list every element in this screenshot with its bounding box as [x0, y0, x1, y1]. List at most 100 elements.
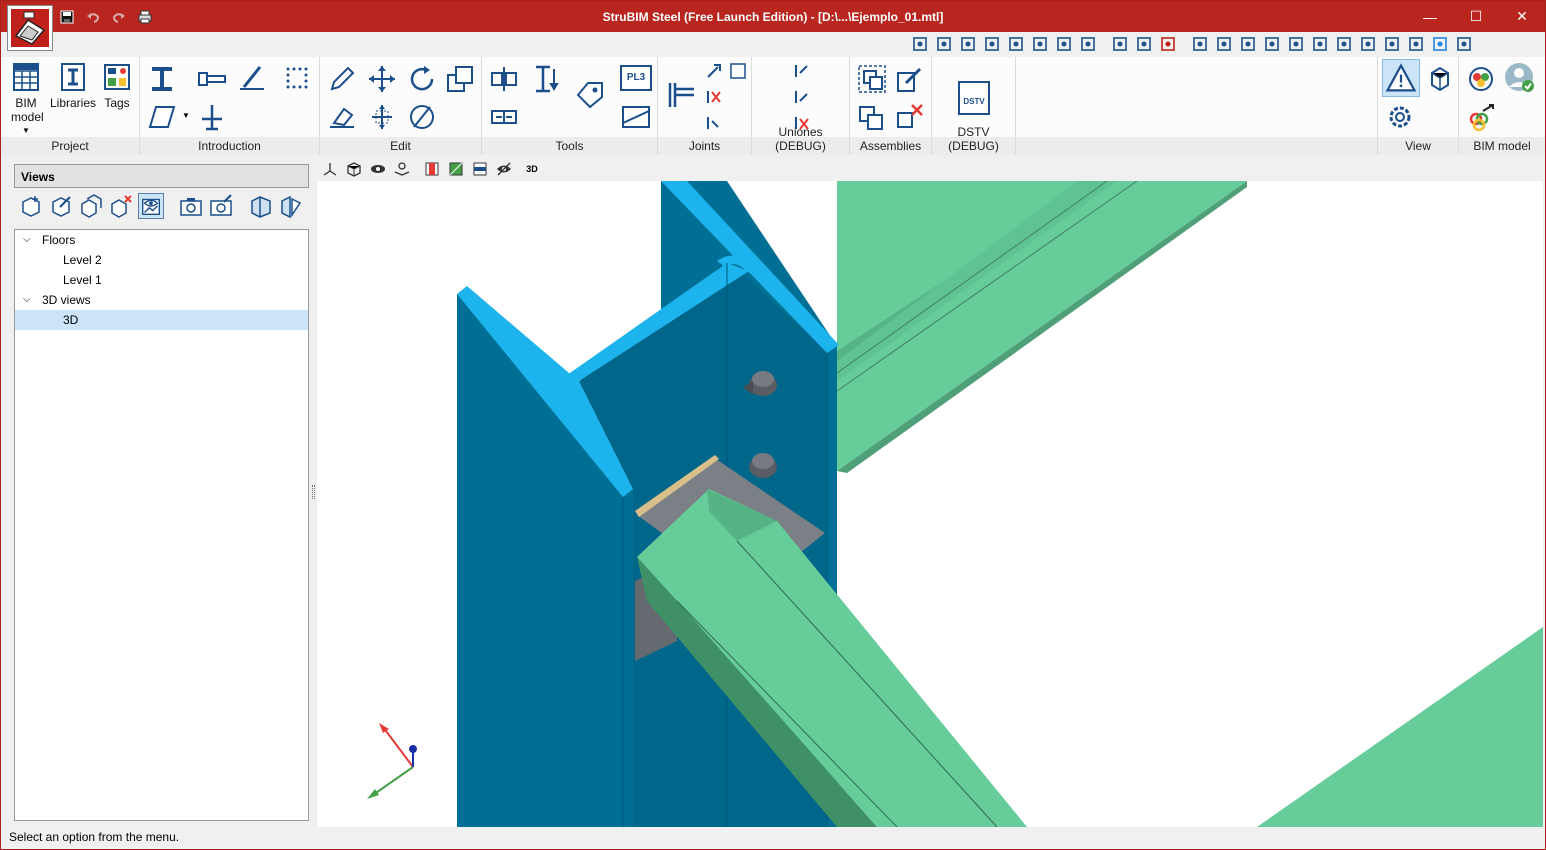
app-logo-icon[interactable] [7, 5, 53, 51]
ribbon-group-joints: Joints [658, 57, 752, 155]
split-icon[interactable] [488, 101, 520, 133]
plate-icon[interactable] [146, 101, 178, 133]
orbit-icon[interactable] [393, 160, 411, 178]
comment-icon[interactable] [1383, 35, 1403, 54]
library-icon [61, 63, 85, 91]
render-mode-icon[interactable] [369, 160, 387, 178]
scale-icon[interactable] [1287, 35, 1307, 54]
weld-icon[interactable] [236, 61, 268, 93]
align-icon[interactable] [488, 63, 520, 95]
tree-node-3d[interactable]: 3D [15, 310, 308, 330]
union-add-icon[interactable] [792, 61, 812, 81]
book-icon[interactable] [1455, 35, 1475, 54]
assembly-edit-icon[interactable] [894, 63, 926, 95]
bim-sync-icon[interactable] [1465, 63, 1497, 95]
steel-section-icon[interactable] [146, 63, 178, 95]
bim-export-icon[interactable] [1465, 101, 1497, 133]
angle-display-icon[interactable] [1311, 35, 1331, 54]
assembly-delete-icon[interactable] [894, 101, 926, 133]
tree-node-floors[interactable]: ⌵ Floors [15, 230, 308, 250]
bim-model-label: BIM model [11, 96, 44, 124]
section-box-icon[interactable] [248, 193, 274, 219]
axes-icon[interactable] [321, 160, 339, 178]
move-icon[interactable] [366, 63, 398, 95]
view-active-toggle[interactable] [1382, 59, 1420, 97]
libraries-button[interactable]: Libraries [49, 61, 97, 110]
snap-icon[interactable] [1239, 35, 1259, 54]
panel-splitter[interactable] [312, 485, 315, 499]
angle-icon[interactable] [406, 101, 438, 133]
chevron-down-icon[interactable]: ⌵ [23, 290, 31, 310]
color-green-icon[interactable] [447, 160, 465, 178]
camera-manage-icon[interactable] [208, 193, 234, 219]
3d-viewport[interactable] [317, 181, 1543, 827]
grid-red-icon[interactable] [1135, 35, 1155, 54]
assembly-add-icon[interactable] [856, 101, 888, 133]
tree-node-3d-views[interactable]: ⌵ 3D views [15, 290, 308, 310]
zoom-in-icon[interactable] [959, 35, 979, 54]
joint-frame-icon[interactable] [728, 61, 748, 81]
zoom-out-icon[interactable] [1007, 35, 1027, 54]
tree-node-level-1[interactable]: Level 1 [15, 270, 308, 290]
dstv-button[interactable]: DSTV [958, 81, 990, 115]
user-status-icon[interactable] [1503, 61, 1535, 93]
stretch-icon[interactable] [366, 101, 398, 133]
joint-add-icon[interactable] [704, 61, 724, 81]
visibility-eye-icon[interactable] [495, 160, 513, 178]
color-red-icon[interactable] [423, 160, 441, 178]
globe-icon[interactable] [1431, 35, 1451, 54]
joint-edit-icon[interactable] [704, 113, 724, 133]
render-icon[interactable] [1111, 35, 1131, 54]
color-blue-icon[interactable] [471, 160, 489, 178]
dimension-icon[interactable] [530, 63, 562, 95]
eraser-icon[interactable] [326, 101, 358, 133]
orbit-view-icon[interactable] [1055, 35, 1075, 54]
anchor-plate-icon[interactable] [196, 101, 228, 133]
title-bar: StruBIM Steel (Free Launch Edition) - [D… [1, 1, 1545, 32]
profile-view-icon[interactable] [620, 101, 652, 133]
delete-view-icon[interactable] [108, 193, 134, 219]
camera-icon[interactable] [178, 193, 204, 219]
joint-icon[interactable] [666, 79, 698, 111]
report-icon[interactable] [1359, 35, 1379, 54]
window-controls: — ☐ ✕ [1407, 1, 1545, 32]
bolt-insert-icon[interactable] [196, 63, 228, 95]
pencil-icon[interactable] [326, 63, 358, 95]
view-3d-button[interactable]: 3D [523, 160, 541, 178]
settings-gear-icon[interactable] [1384, 101, 1416, 133]
zoom-all-icon[interactable] [935, 35, 955, 54]
copy-icon[interactable] [444, 63, 476, 95]
edit-view-icon[interactable] [48, 193, 74, 219]
tools-icon[interactable] [1407, 35, 1427, 54]
copy-view-icon[interactable] [78, 193, 104, 219]
grid-icon[interactable] [1215, 35, 1235, 54]
tags-button[interactable]: Tags [97, 61, 137, 110]
assembly-create-icon[interactable] [856, 63, 888, 95]
tag-label-icon[interactable] [574, 79, 606, 111]
chevron-down-icon[interactable]: ⌵ [23, 230, 31, 250]
maximize-button[interactable]: ☐ [1453, 1, 1499, 32]
union-edit-icon[interactable] [792, 87, 812, 107]
zoom-window-icon[interactable] [911, 35, 931, 54]
plate-dropdown-icon[interactable]: ▼ [182, 111, 190, 120]
pan-hand-icon[interactable] [1031, 35, 1051, 54]
tree-node-level-2[interactable]: Level 2 [15, 250, 308, 270]
bim-model-button[interactable]: BIM model ▼ [5, 61, 47, 138]
pl3-button[interactable]: PL3 [620, 65, 652, 91]
wireframe-cube-icon[interactable] [345, 160, 363, 178]
new-view-icon[interactable] [18, 193, 44, 219]
zoom-refresh-icon[interactable] [983, 35, 1003, 54]
close-button[interactable]: ✕ [1499, 1, 1545, 32]
magnet-icon[interactable] [1159, 35, 1179, 54]
cube-view-icon[interactable] [1424, 63, 1456, 95]
rotate-icon[interactable] [406, 63, 438, 95]
select-box-icon[interactable] [1191, 35, 1211, 54]
section-cut-icon[interactable] [278, 193, 304, 219]
refresh-icon[interactable] [1335, 35, 1355, 54]
joint-delete-icon[interactable] [704, 87, 724, 107]
dimension-display-icon[interactable] [1263, 35, 1283, 54]
grid-dots-icon[interactable] [282, 63, 314, 95]
zoom-extents-icon[interactable] [1079, 35, 1099, 54]
view-visibility-toggle[interactable] [138, 193, 164, 219]
minimize-button[interactable]: — [1407, 1, 1453, 32]
